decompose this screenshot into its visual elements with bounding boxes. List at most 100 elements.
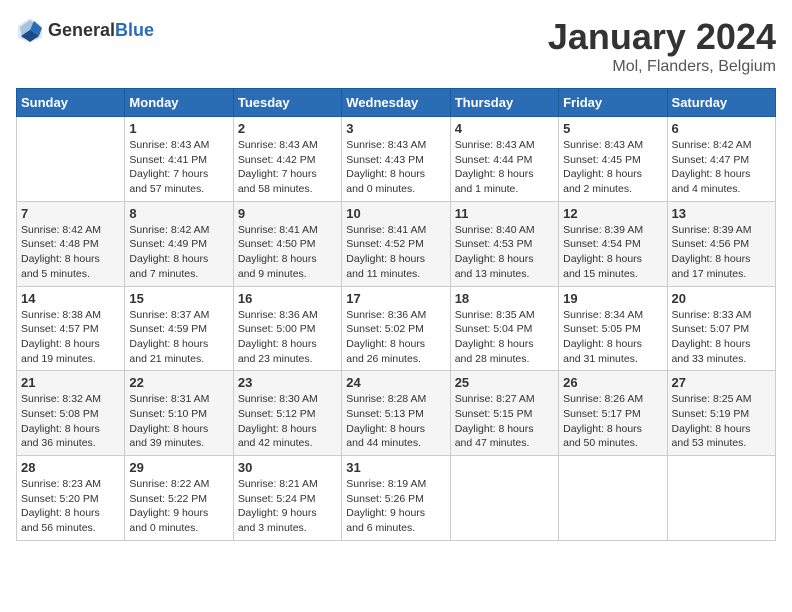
calendar-subtitle: Mol, Flanders, Belgium <box>548 58 776 76</box>
day-info: Sunrise: 8:37 AM Sunset: 4:59 PM Dayligh… <box>129 308 228 367</box>
day-number: 4 <box>455 121 554 136</box>
day-info: Sunrise: 8:41 AM Sunset: 4:52 PM Dayligh… <box>346 223 445 282</box>
calendar-header: Sunday Monday Tuesday Wednesday Thursday… <box>17 89 776 117</box>
day-info: Sunrise: 8:34 AM Sunset: 5:05 PM Dayligh… <box>563 308 662 367</box>
calendar-cell <box>559 456 667 541</box>
calendar-cell: 4Sunrise: 8:43 AM Sunset: 4:44 PM Daylig… <box>450 117 558 202</box>
day-info: Sunrise: 8:28 AM Sunset: 5:13 PM Dayligh… <box>346 392 445 451</box>
day-number: 1 <box>129 121 228 136</box>
calendar-cell: 7Sunrise: 8:42 AM Sunset: 4:48 PM Daylig… <box>17 201 125 286</box>
calendar-cell: 6 Sunrise: 8:42 AM Sunset: 4:47 PM Daylig… <box>667 117 775 202</box>
calendar-cell: 31Sunrise: 8:19 AM Sunset: 5:26 PM Dayli… <box>342 456 450 541</box>
calendar-cell: 2 Sunrise: 8:43 AM Sunset: 4:42 PM Daylig… <box>233 117 341 202</box>
calendar-cell: 21Sunrise: 8:32 AM Sunset: 5:08 PM Dayli… <box>17 371 125 456</box>
calendar-cell: 10 Sunrise: 8:41 AM Sunset: 4:52 PM Dayli… <box>342 201 450 286</box>
calendar-cell: 16 Sunrise: 8:36 AM Sunset: 5:00 PM Dayli… <box>233 286 341 371</box>
day-number: 5 <box>563 121 662 136</box>
day-number: 18 <box>455 291 554 306</box>
day-number: 15 <box>129 291 228 306</box>
day-info: Sunrise: 8:31 AM Sunset: 5:10 PM Dayligh… <box>129 392 228 451</box>
calendar-cell: 8 Sunrise: 8:42 AM Sunset: 4:49 PM Daylig… <box>125 201 233 286</box>
calendar-cell: 17Sunrise: 8:36 AM Sunset: 5:02 PM Dayli… <box>342 286 450 371</box>
day-info: Sunrise: 8:39 AM Sunset: 4:56 PM Dayligh… <box>672 223 771 282</box>
logo-general: General <box>48 20 115 40</box>
day-number: 11 <box>455 206 554 221</box>
calendar-cell: 9Sunrise: 8:41 AM Sunset: 4:50 PM Daylig… <box>233 201 341 286</box>
calendar-table: Sunday Monday Tuesday Wednesday Thursday… <box>16 88 776 541</box>
day-info: Sunrise: 8:39 AM Sunset: 4:54 PM Dayligh… <box>563 223 662 282</box>
day-info: Sunrise: 8:42 AM Sunset: 4:49 PM Dayligh… <box>129 223 228 282</box>
day-number: 19 <box>563 291 662 306</box>
day-number: 25 <box>455 375 554 390</box>
day-info: Sunrise: 8:35 AM Sunset: 5:04 PM Dayligh… <box>455 308 554 367</box>
day-info: Sunrise: 8:26 AM Sunset: 5:17 PM Dayligh… <box>563 392 662 451</box>
day-info: Sunrise: 8:42 AM Sunset: 4:47 PM Dayligh… <box>672 138 771 197</box>
logo: GeneralBlue <box>16 16 154 44</box>
day-number: 23 <box>238 375 337 390</box>
day-info: Sunrise: 8:23 AM Sunset: 5:20 PM Dayligh… <box>21 477 120 536</box>
calendar-week-3: 14 Sunrise: 8:38 AM Sunset: 4:57 PM Dayli… <box>17 286 776 371</box>
title-area: January 2024 Mol, Flanders, Belgium <box>548 16 776 76</box>
calendar-cell: 28 Sunrise: 8:23 AM Sunset: 5:20 PM Dayli… <box>17 456 125 541</box>
day-number: 8 <box>129 206 228 221</box>
calendar-cell: 22Sunrise: 8:31 AM Sunset: 5:10 PM Dayli… <box>125 371 233 456</box>
day-info: Sunrise: 8:36 AM Sunset: 5:00 PM Dayligh… <box>238 308 337 367</box>
calendar-cell: 1 Sunrise: 8:43 AM Sunset: 4:41 PM Daylig… <box>125 117 233 202</box>
day-info: Sunrise: 8:40 AM Sunset: 4:53 PM Dayligh… <box>455 223 554 282</box>
calendar-cell <box>450 456 558 541</box>
day-number: 13 <box>672 206 771 221</box>
header-friday: Friday <box>559 89 667 117</box>
day-info: Sunrise: 8:38 AM Sunset: 4:57 PM Dayligh… <box>21 308 120 367</box>
calendar-week-1: 1 Sunrise: 8:43 AM Sunset: 4:41 PM Daylig… <box>17 117 776 202</box>
day-number: 14 <box>21 291 120 306</box>
calendar-cell: 18 Sunrise: 8:35 AM Sunset: 5:04 PM Dayli… <box>450 286 558 371</box>
calendar-cell: 23 Sunrise: 8:30 AM Sunset: 5:12 PM Dayli… <box>233 371 341 456</box>
day-number: 6 <box>672 121 771 136</box>
calendar-cell: 20Sunrise: 8:33 AM Sunset: 5:07 PM Dayli… <box>667 286 775 371</box>
day-number: 26 <box>563 375 662 390</box>
day-number: 2 <box>238 121 337 136</box>
calendar-cell: 24 Sunrise: 8:28 AM Sunset: 5:13 PM Dayli… <box>342 371 450 456</box>
header-row: Sunday Monday Tuesday Wednesday Thursday… <box>17 89 776 117</box>
calendar-cell: 15 Sunrise: 8:37 AM Sunset: 4:59 PM Dayli… <box>125 286 233 371</box>
day-info: Sunrise: 8:43 AM Sunset: 4:42 PM Dayligh… <box>238 138 337 197</box>
calendar-cell: 25 Sunrise: 8:27 AM Sunset: 5:15 PM Dayli… <box>450 371 558 456</box>
day-number: 24 <box>346 375 445 390</box>
day-info: Sunrise: 8:33 AM Sunset: 5:07 PM Dayligh… <box>672 308 771 367</box>
day-number: 28 <box>21 460 120 475</box>
calendar-cell: 19 Sunrise: 8:34 AM Sunset: 5:05 PM Dayli… <box>559 286 667 371</box>
day-info: Sunrise: 8:22 AM Sunset: 5:22 PM Dayligh… <box>129 477 228 536</box>
logo-text: GeneralBlue <box>48 20 154 41</box>
calendar-body: 1 Sunrise: 8:43 AM Sunset: 4:41 PM Daylig… <box>17 117 776 541</box>
day-number: 17 <box>346 291 445 306</box>
day-number: 30 <box>238 460 337 475</box>
page-header: GeneralBlue January 2024 Mol, Flanders, … <box>16 16 776 76</box>
day-info: Sunrise: 8:25 AM Sunset: 5:19 PM Dayligh… <box>672 392 771 451</box>
calendar-cell: 29 Sunrise: 8:22 AM Sunset: 5:22 PM Dayli… <box>125 456 233 541</box>
day-info: Sunrise: 8:27 AM Sunset: 5:15 PM Dayligh… <box>455 392 554 451</box>
day-info: Sunrise: 8:43 AM Sunset: 4:41 PM Dayligh… <box>129 138 228 197</box>
day-number: 9 <box>238 206 337 221</box>
day-info: Sunrise: 8:30 AM Sunset: 5:12 PM Dayligh… <box>238 392 337 451</box>
header-wednesday: Wednesday <box>342 89 450 117</box>
calendar-week-2: 7Sunrise: 8:42 AM Sunset: 4:48 PM Daylig… <box>17 201 776 286</box>
day-info: Sunrise: 8:21 AM Sunset: 5:24 PM Dayligh… <box>238 477 337 536</box>
calendar-cell: 13 Sunrise: 8:39 AM Sunset: 4:56 PM Dayli… <box>667 201 775 286</box>
day-number: 31 <box>346 460 445 475</box>
day-info: Sunrise: 8:43 AM Sunset: 4:45 PM Dayligh… <box>563 138 662 197</box>
calendar-week-5: 28 Sunrise: 8:23 AM Sunset: 5:20 PM Dayli… <box>17 456 776 541</box>
day-number: 27 <box>672 375 771 390</box>
header-tuesday: Tuesday <box>233 89 341 117</box>
day-number: 29 <box>129 460 228 475</box>
day-number: 10 <box>346 206 445 221</box>
calendar-cell: 14 Sunrise: 8:38 AM Sunset: 4:57 PM Dayli… <box>17 286 125 371</box>
day-number: 16 <box>238 291 337 306</box>
header-saturday: Saturday <box>667 89 775 117</box>
calendar-cell <box>667 456 775 541</box>
logo-blue: Blue <box>115 20 154 40</box>
calendar-cell: 26 Sunrise: 8:26 AM Sunset: 5:17 PM Dayli… <box>559 371 667 456</box>
calendar-title: January 2024 <box>548 16 776 58</box>
calendar-cell: 11 Sunrise: 8:40 AM Sunset: 4:53 PM Dayli… <box>450 201 558 286</box>
day-info: Sunrise: 8:42 AM Sunset: 4:48 PM Dayligh… <box>21 223 120 282</box>
calendar-cell <box>17 117 125 202</box>
